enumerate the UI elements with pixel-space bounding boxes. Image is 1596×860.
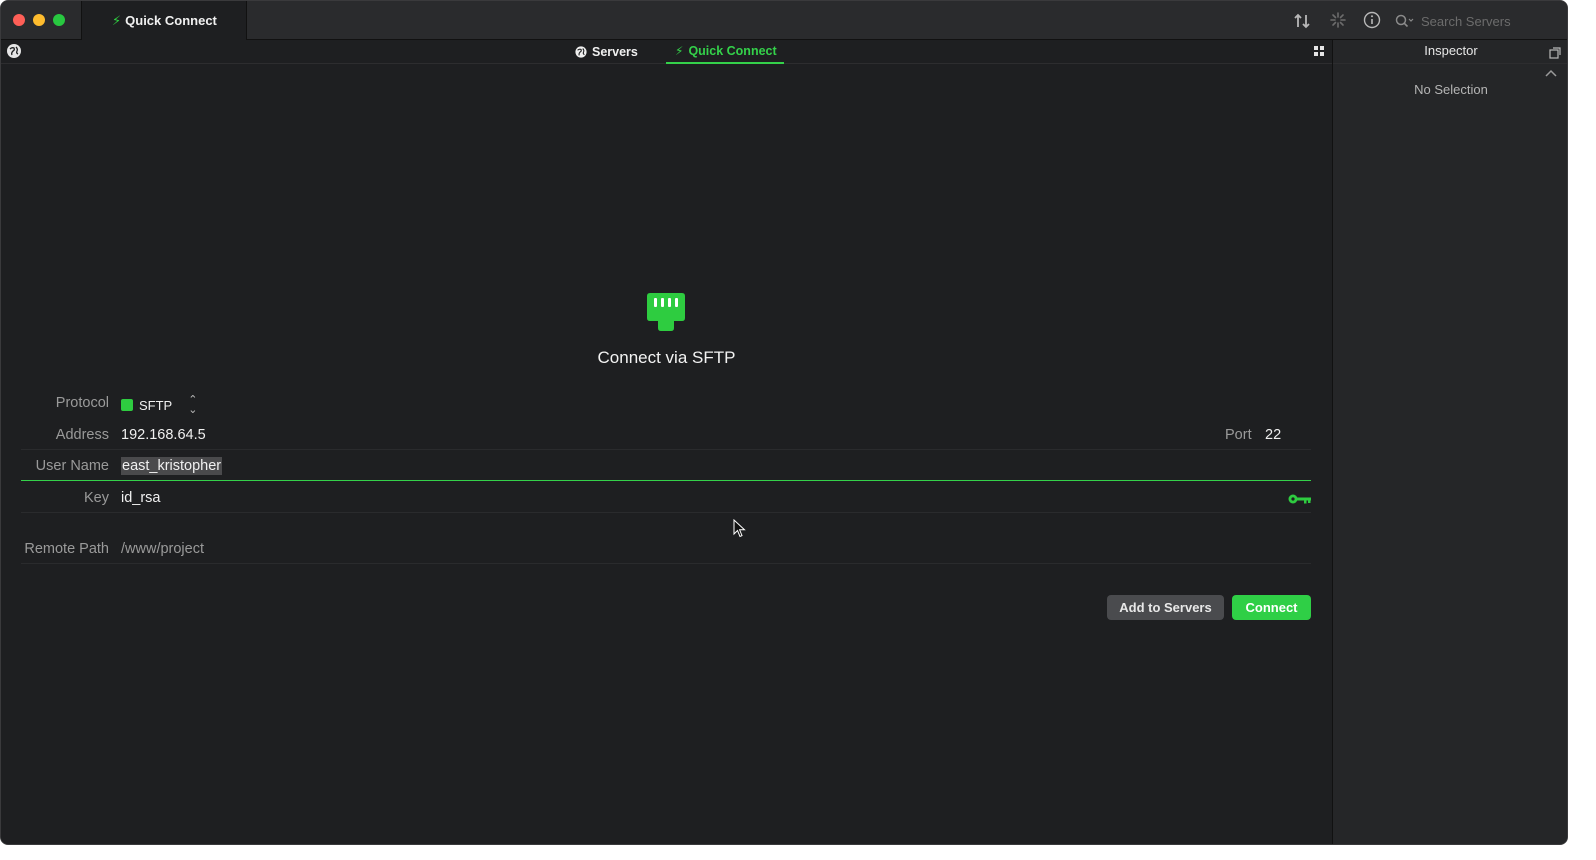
protocol-select[interactable]: SFTP ⌃ ⌄ xyxy=(121,394,198,416)
port-label: Port xyxy=(1225,427,1252,443)
globe-icon xyxy=(575,46,587,58)
username-label: User Name xyxy=(35,458,109,474)
port-field[interactable]: 22 xyxy=(1265,427,1281,443)
username-field[interactable]: east_kristopher xyxy=(121,457,223,475)
add-to-servers-button[interactable]: Add to Servers xyxy=(1107,595,1224,620)
chevron-up-icon[interactable] xyxy=(1545,66,1557,80)
connect-title: Connect via SFTP xyxy=(597,348,736,367)
inspector-panel: Inspector No Selection xyxy=(1332,40,1567,844)
remote-path-label: Remote Path xyxy=(24,541,109,557)
search-field[interactable]: Search Servers xyxy=(1395,10,1563,32)
remote-path-row: Remote Path /www/project xyxy=(21,536,1311,564)
inspector-title: Inspector xyxy=(1424,43,1478,58)
view-tab-bar: Servers ⚡ Quick Connect xyxy=(1,40,1332,64)
protocol-label: Protocol xyxy=(55,395,109,411)
sftp-port-icon xyxy=(645,292,687,332)
search-icon xyxy=(1395,14,1414,28)
tab-quick-connect-label: Quick Connect xyxy=(688,44,777,58)
window-tab-label: Quick Connect xyxy=(125,13,217,28)
key-row: Key id_rsa xyxy=(21,485,1311,513)
grid-view-icon[interactable] xyxy=(1314,46,1324,56)
key-icon[interactable] xyxy=(1288,492,1312,506)
username-row: User Name east_kristopher xyxy=(21,453,1311,481)
maximize-window-button[interactable] xyxy=(53,14,65,26)
inspector-header: Inspector xyxy=(1333,40,1567,64)
protocol-row: Protocol SFTP ⌃ ⌄ xyxy=(21,390,1311,418)
no-selection-text: No Selection xyxy=(1414,82,1488,97)
tab-servers[interactable]: Servers xyxy=(575,40,638,64)
address-field[interactable]: 192.168.64.5 xyxy=(121,427,206,443)
search-placeholder: Search Servers xyxy=(1421,13,1511,29)
key-field[interactable]: id_rsa xyxy=(121,490,161,506)
minimize-window-button[interactable] xyxy=(33,14,45,26)
address-row: Address 192.168.64.5 Port 22 xyxy=(21,422,1311,450)
close-window-button[interactable] xyxy=(13,14,25,26)
transfer-icon[interactable] xyxy=(1291,11,1313,31)
info-icon[interactable] xyxy=(1362,11,1382,31)
activity-icon[interactable] xyxy=(1328,11,1348,31)
globe-sidebar-toggle-icon[interactable] xyxy=(7,44,21,58)
protocol-value: SFTP xyxy=(139,397,173,413)
sftp-mini-icon xyxy=(121,399,133,411)
mouse-cursor-icon xyxy=(733,518,747,539)
chevron-updown-icon: ⌃ ⌄ xyxy=(188,394,198,416)
bolt-icon: ⚡ xyxy=(112,12,122,28)
tab-quick-connect[interactable]: ⚡ Quick Connect xyxy=(666,40,784,64)
tab-servers-label: Servers xyxy=(592,45,638,59)
main-pane: Servers ⚡ Quick Connect Connect via SFTP xyxy=(1,40,1332,844)
bolt-icon: ⚡ xyxy=(675,44,684,58)
remote-path-field[interactable]: /www/project xyxy=(121,541,204,557)
address-label: Address xyxy=(55,427,109,443)
connect-button[interactable]: Connect xyxy=(1232,595,1311,620)
app-window: ⚡ Quick Connect Search Servers Servers ⚡… xyxy=(0,0,1568,845)
key-label: Key xyxy=(84,490,109,506)
title-bar: ⚡ Quick Connect Search Servers xyxy=(1,1,1567,40)
username-selected-text: east_kristopher xyxy=(121,457,223,475)
window-tab-quick-connect[interactable]: ⚡ Quick Connect xyxy=(81,1,247,40)
detach-window-icon[interactable] xyxy=(1549,44,1561,59)
